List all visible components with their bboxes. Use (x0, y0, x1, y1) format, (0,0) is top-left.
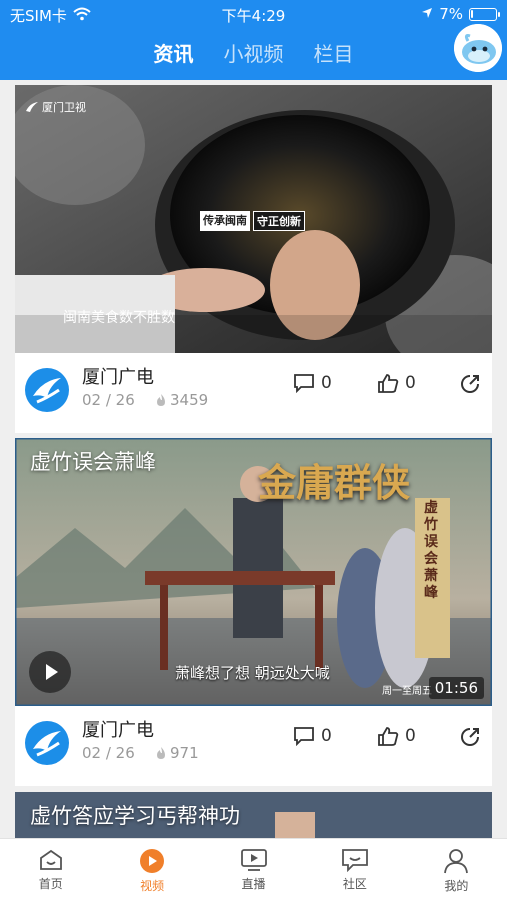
chat-icon (342, 849, 368, 872)
channel-logo-icon (26, 102, 38, 112)
view-count: 971 (155, 744, 199, 762)
publish-date: 02 / 26 (82, 391, 135, 409)
share-button[interactable] (459, 726, 481, 748)
video-title: 虚竹答应学习丐帮神功 (30, 804, 240, 828)
like-button[interactable]: 0 (377, 726, 416, 746)
tab-columns[interactable]: 栏目 (314, 38, 354, 67)
bird-logo-icon (33, 731, 61, 757)
comment-button[interactable]: 0 (293, 726, 332, 746)
battery-percent: 7% (439, 5, 463, 23)
source-name[interactable]: 厦门广电 (82, 363, 154, 389)
comment-button[interactable]: 0 (293, 373, 332, 393)
bird-logo-icon (33, 378, 61, 404)
thumbs-up-icon (378, 727, 399, 746)
user-avatar[interactable] (454, 24, 502, 72)
flame-icon (157, 747, 165, 759)
header-tabs: 资讯 小视频 栏目 (0, 38, 507, 67)
tab-news[interactable]: 资讯 (154, 38, 194, 67)
show-side-text: 虚竹误会萧峰 (424, 500, 438, 601)
bottom-nav: 首页 视频 直播 社区 我的 (0, 838, 507, 900)
status-bar: 无SIM卡 下午4:29 7% (0, 0, 507, 28)
location-arrow-icon (421, 5, 433, 23)
share-icon (461, 375, 479, 393)
video-play-icon (140, 849, 165, 873)
comment-icon (294, 374, 314, 393)
nav-video[interactable]: 视频 (101, 839, 202, 900)
flame-icon (157, 394, 165, 406)
video-thumbnail[interactable]: 金庸群侠 虚竹误会萧峰 虚竹误会萧峰 萧峰想了想 朝远处大喊 周一至周五 01:… (15, 438, 492, 706)
source-logo[interactable] (25, 368, 69, 412)
publish-date: 02 / 26 (82, 744, 135, 762)
tab-short-video[interactable]: 小视频 (224, 38, 284, 67)
source-name[interactable]: 厦门广电 (82, 716, 154, 742)
source-logo[interactable] (25, 721, 69, 765)
feed-card[interactable]: 虚竹答应学习丐帮神功 (15, 792, 492, 838)
user-icon (444, 849, 469, 874)
nav-profile[interactable]: 我的 (406, 839, 507, 900)
nav-live[interactable]: 直播 (203, 839, 304, 900)
show-banner: 金庸群侠 (258, 460, 411, 505)
video-duration: 01:56 (428, 677, 484, 699)
video-subtitle: 闽南美食数不胜数 (63, 310, 175, 326)
thumbs-up-icon (378, 374, 399, 393)
video-title: 虚竹误会萧峰 (30, 450, 156, 474)
comment-icon (294, 727, 314, 746)
play-button[interactable] (29, 651, 71, 693)
feed-card[interactable]: 金庸群侠 虚竹误会萧峰 虚竹误会萧峰 萧峰想了想 朝远处大喊 周一至周五 01:… (15, 438, 492, 786)
program-badge: 传承闽南 守正创新 (200, 211, 305, 231)
video-subtitle: 萧峰想了想 朝远处大喊 (175, 664, 330, 682)
share-icon (461, 728, 479, 746)
like-button[interactable]: 0 (377, 373, 416, 393)
nav-home[interactable]: 首页 (0, 839, 101, 900)
share-button[interactable] (459, 373, 481, 395)
card-meta: 厦门广电 02 / 26 3459 0 0 (15, 353, 492, 433)
home-icon (39, 849, 62, 870)
video-thumbnail[interactable]: 虚竹答应学习丐帮神功 (15, 792, 492, 838)
card-meta: 厦门广电 02 / 26 971 0 0 (15, 706, 492, 786)
feed-card[interactable]: 厦门卫视 传承闽南 守正创新 闽南美食数不胜数 厦门广电 02 / 26 345… (15, 85, 492, 433)
mascot-avatar-icon (454, 24, 502, 72)
view-count: 3459 (155, 391, 208, 409)
video-thumbnail[interactable]: 厦门卫视 传承闽南 守正创新 闽南美食数不胜数 (15, 85, 492, 353)
top-header: 无SIM卡 下午4:29 7% 资讯 小视频 栏目 (0, 0, 507, 80)
schedule-text: 周一至周五 (382, 686, 432, 697)
channel-watermark: 厦门卫视 (25, 99, 86, 115)
battery-icon (469, 7, 500, 21)
nav-community[interactable]: 社区 (304, 839, 405, 900)
play-icon (46, 664, 58, 680)
tv-icon (240, 849, 267, 871)
